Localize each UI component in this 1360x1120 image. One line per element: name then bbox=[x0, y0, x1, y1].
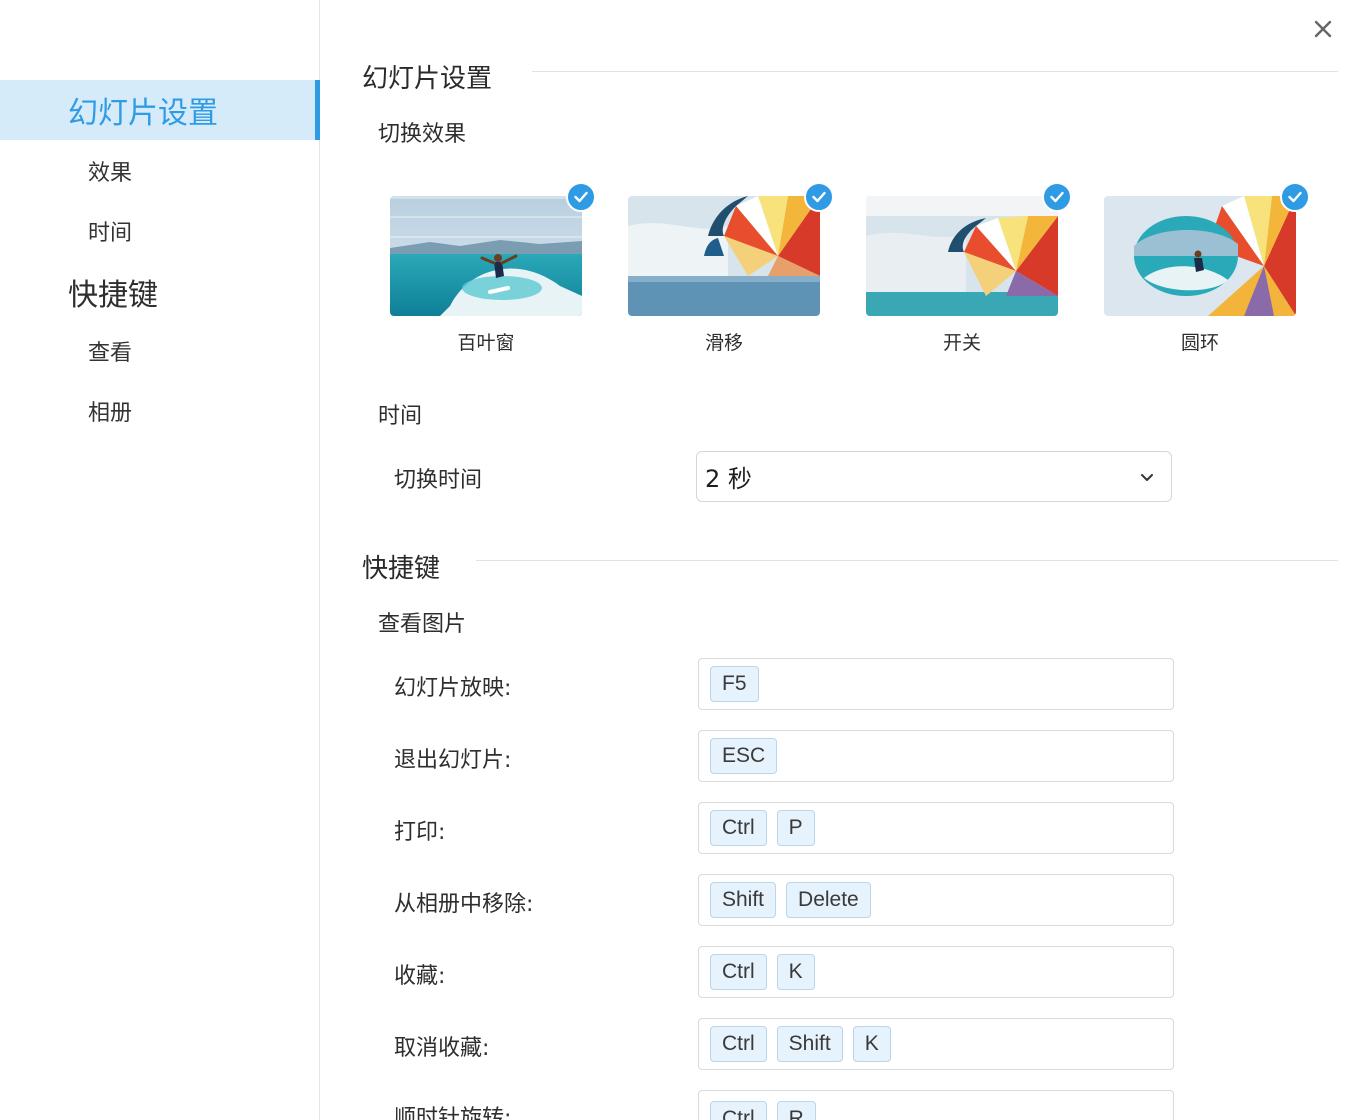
key-chip: Delete bbox=[786, 882, 871, 918]
effect-label: 百叶窗 bbox=[457, 332, 515, 354]
switch-time-select[interactable]: 2 秒 bbox=[696, 451, 1172, 502]
effect-option-switch[interactable]: 开关 bbox=[866, 182, 1072, 356]
switch-time-label: 切换时间 bbox=[394, 468, 483, 493]
sidebar-item-label: 相册 bbox=[88, 401, 133, 426]
effect-option-blinds[interactable]: 百叶窗 bbox=[390, 182, 596, 356]
selected-check bbox=[804, 182, 834, 212]
shortcut-input-remove-from-album[interactable]: Shift Delete bbox=[698, 874, 1174, 926]
shortcut-label: 顺时针旋转: bbox=[394, 1106, 512, 1120]
sidebar-group-label: 幻灯片设置 bbox=[68, 96, 218, 131]
effect-thumbnail bbox=[390, 196, 582, 316]
check-icon bbox=[574, 191, 588, 203]
effect-thumbnail bbox=[1104, 196, 1296, 316]
section-divider bbox=[476, 560, 1338, 561]
shortcut-label: 幻灯片放映: bbox=[394, 676, 512, 701]
sidebar-item-label: 效果 bbox=[88, 161, 133, 186]
sidebar-item-label: 查看 bbox=[88, 341, 133, 366]
section-title-slideshow: 幻灯片设置 bbox=[362, 64, 493, 94]
shortcut-label: 退出幻灯片: bbox=[394, 748, 512, 773]
shortcut-input-rotate-clockwise[interactable]: Ctrl R bbox=[698, 1090, 1174, 1120]
key-chip: P bbox=[776, 810, 815, 846]
selected-check bbox=[1042, 182, 1072, 212]
effect-option-slide[interactable]: 滑移 bbox=[628, 182, 834, 356]
key-chip: Shift bbox=[776, 1026, 843, 1062]
shortcut-label: 取消收藏: bbox=[394, 1036, 490, 1061]
sidebar-item-time[interactable]: 时间 bbox=[0, 205, 320, 257]
shortcut-label: 收藏: bbox=[394, 964, 446, 989]
key-chip: K bbox=[852, 1026, 891, 1062]
shortcut-input-exit-slideshow[interactable]: ESC bbox=[698, 730, 1174, 782]
effect-label: 开关 bbox=[942, 332, 981, 354]
key-chip: Ctrl bbox=[710, 1101, 767, 1120]
shortcut-label: 打印: bbox=[394, 820, 446, 845]
key-chip: F5 bbox=[710, 666, 759, 702]
shortcut-input-unfavorite[interactable]: Ctrl Shift K bbox=[698, 1018, 1174, 1070]
sidebar-item-album[interactable]: 相册 bbox=[0, 385, 320, 437]
key-chip: Ctrl bbox=[710, 1026, 767, 1062]
effect-option-circle[interactable]: 圆环 bbox=[1104, 182, 1310, 356]
effect-thumbnail bbox=[628, 196, 820, 316]
key-chip: Ctrl bbox=[710, 810, 767, 846]
shortcut-input-print[interactable]: Ctrl P bbox=[698, 802, 1174, 854]
key-chip: Ctrl bbox=[710, 954, 767, 990]
sidebar-group-label: 快捷键 bbox=[68, 278, 158, 313]
close-button[interactable] bbox=[1308, 14, 1338, 44]
settings-dialog: 幻灯片设置 效果 时间 快捷键 查看 相册 幻灯片设置 切换效果 百叶窗 滑移 … bbox=[0, 0, 1360, 1120]
transition-effect-title: 切换效果 bbox=[378, 122, 467, 147]
sidebar-group-slideshow[interactable]: 幻灯片设置 bbox=[0, 80, 320, 140]
section-divider bbox=[532, 71, 1338, 72]
check-icon bbox=[1050, 191, 1064, 203]
key-chip: K bbox=[776, 954, 815, 990]
sidebar-group-shortcuts[interactable]: 快捷键 bbox=[0, 262, 320, 322]
sidebar-item-label: 时间 bbox=[88, 221, 133, 246]
shortcut-label: 从相册中移除: bbox=[394, 892, 534, 917]
switch-time-value: 2 秒 bbox=[705, 465, 752, 493]
effect-thumbnail bbox=[866, 196, 1058, 316]
check-icon bbox=[812, 191, 826, 203]
time-title: 时间 bbox=[378, 404, 423, 429]
effect-label: 滑移 bbox=[704, 332, 743, 354]
view-images-title: 查看图片 bbox=[378, 612, 467, 637]
effect-label: 圆环 bbox=[1180, 332, 1219, 354]
chevron-down-icon bbox=[1141, 474, 1153, 481]
selected-check bbox=[566, 182, 596, 212]
sidebar-item-view[interactable]: 查看 bbox=[0, 325, 320, 377]
selected-check bbox=[1280, 182, 1310, 212]
shortcut-input-favorite[interactable]: Ctrl K bbox=[698, 946, 1174, 998]
key-chip: R bbox=[776, 1101, 816, 1120]
sidebar-item-effects[interactable]: 效果 bbox=[0, 145, 320, 197]
shortcut-input-slideshow[interactable]: F5 bbox=[698, 658, 1174, 710]
sidebar: 幻灯片设置 效果 时间 快捷键 查看 相册 bbox=[0, 0, 320, 1120]
key-chip: Shift bbox=[710, 882, 777, 918]
key-chip: ESC bbox=[710, 738, 778, 774]
check-icon bbox=[1288, 191, 1302, 203]
close-icon bbox=[1314, 20, 1332, 38]
section-title-shortcuts: 快捷键 bbox=[362, 554, 441, 584]
